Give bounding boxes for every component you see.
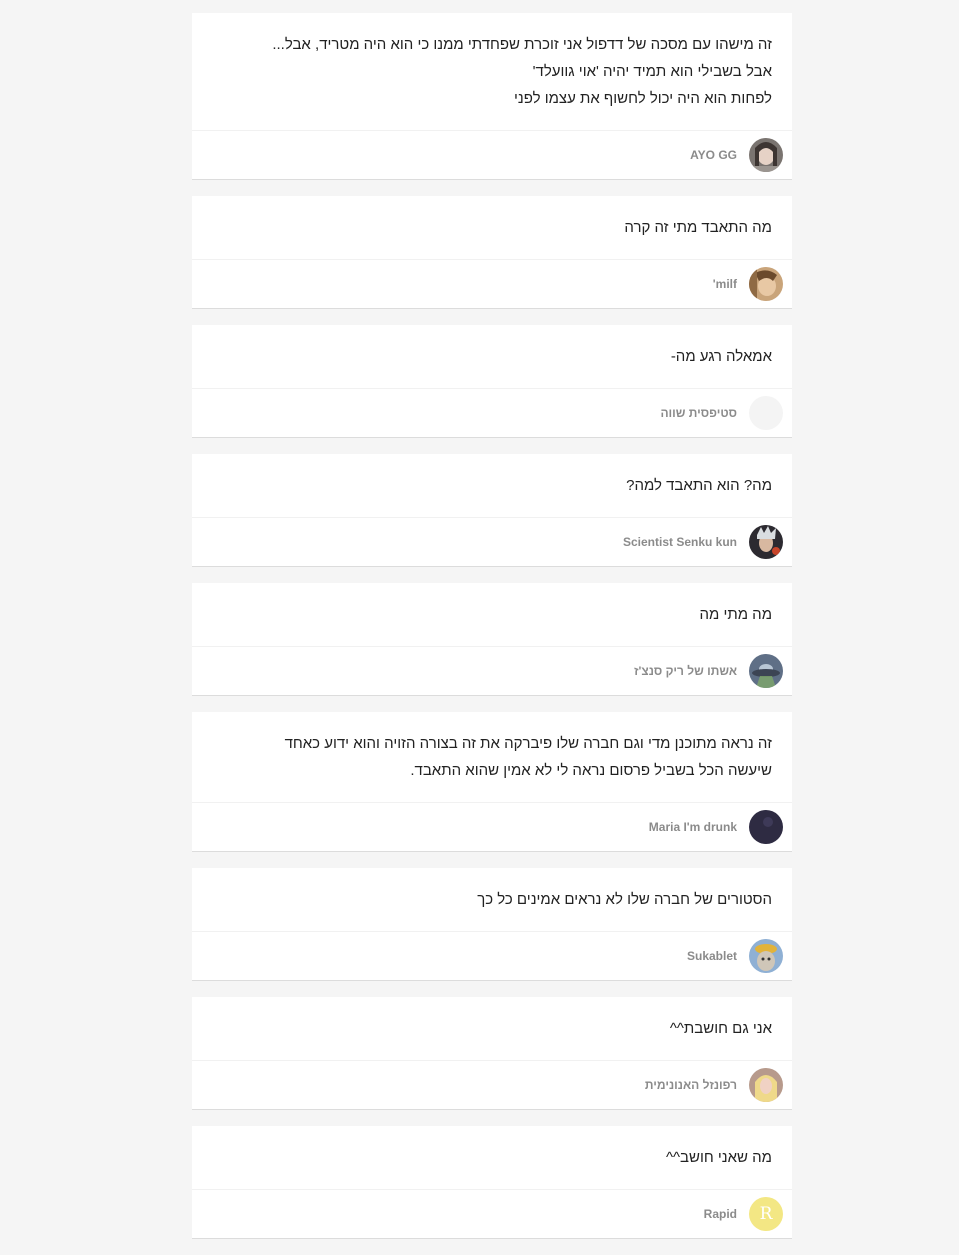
comment-line: אבל בשבילי הוא תמיד יהיה 'אוי גוועלד'	[532, 63, 772, 80]
comment-footer: Sukablet	[192, 931, 792, 980]
comment-line: אמאלה רגע מה-	[670, 348, 772, 365]
comment-line: מה? הוא התאבד למה?	[626, 477, 772, 494]
comment-line: מה התאבד מתי זה קרה	[624, 219, 772, 236]
avatar-initial: R	[759, 1204, 773, 1224]
avatar[interactable]	[749, 810, 783, 844]
avatar-photo-icon	[749, 267, 783, 301]
comment-footer: AYO GG	[192, 130, 792, 179]
avatar[interactable]	[749, 525, 783, 559]
avatar-photo-icon	[749, 939, 783, 973]
comment-line: מה מתי מה	[699, 606, 772, 623]
author-name[interactable]: Rapid	[704, 1207, 737, 1221]
comment-line: אני גם חושבת^^	[669, 1020, 772, 1037]
author-name[interactable]: milf'	[713, 277, 737, 291]
comment-line: זה מישהו עם מסכה של דדפול אני זוכרת שפחד…	[272, 36, 772, 53]
comment-text: זה מישהו עם מסכה של דדפול אני זוכרת שפחד…	[192, 13, 792, 130]
comment-text: מה? הוא התאבד למה?	[192, 454, 792, 517]
comment-footer: אשתו של ריק סנצ'ז	[192, 646, 792, 695]
author-name[interactable]: רפונזל האנונימית	[645, 1078, 737, 1092]
comment-card: זה מישהו עם מסכה של דדפול אני זוכרת שפחד…	[192, 13, 792, 180]
comment-line: הסטורים של חברה שלו לא נראים אמינים כל כ…	[477, 891, 772, 908]
author-name[interactable]: AYO GG	[690, 148, 737, 162]
avatar[interactable]	[749, 1068, 783, 1102]
avatar-ufo-icon	[749, 654, 783, 688]
avatar-photo-icon	[749, 138, 783, 172]
comment-card: הסטורים של חברה שלו לא נראים אמינים כל כ…	[192, 868, 792, 981]
comment-text: זה נראה מתוכנן מדי וגם חברה שלו פיברקה א…	[192, 712, 792, 802]
avatar[interactable]	[749, 267, 783, 301]
author-name[interactable]: Sukablet	[687, 949, 737, 963]
author-name[interactable]: סטיפסית שווה	[660, 406, 737, 420]
avatar[interactable]	[749, 138, 783, 172]
avatar[interactable]	[749, 654, 783, 688]
comment-card: מה התאבד מתי זה קרה milf'	[192, 196, 792, 309]
comment-footer: milf'	[192, 259, 792, 308]
comments-feed: זה מישהו עם מסכה של דדפול אני זוכרת שפחד…	[192, 13, 792, 1255]
comment-line: לפחות הוא היה יכול לחשוף את עצמו לפני	[514, 90, 772, 107]
avatar-photo-icon	[749, 525, 783, 559]
comment-footer: Maria I'm drunk	[192, 802, 792, 851]
avatar[interactable]: R	[749, 1197, 783, 1231]
author-name[interactable]: Scientist Senku kun	[623, 535, 737, 549]
comment-footer: רפונזל האנונימית	[192, 1060, 792, 1109]
comment-card: מה? הוא התאבד למה? Scientist Senku kun	[192, 454, 792, 567]
comment-line: מה שאני חושב^^	[665, 1149, 772, 1166]
author-name[interactable]: Maria I'm drunk	[649, 820, 737, 834]
comment-card: זה נראה מתוכנן מדי וגם חברה שלו פיברקה א…	[192, 712, 792, 852]
comment-text: אני גם חושבת^^	[192, 997, 792, 1060]
comment-line: זה נראה מתוכנן מדי וגם חברה שלו פיברקה א…	[284, 735, 772, 752]
comment-text: אמאלה רגע מה-	[192, 325, 792, 388]
comment-text: מה מתי מה	[192, 583, 792, 646]
avatar-photo-icon	[749, 1068, 783, 1102]
comment-footer: R Rapid	[192, 1189, 792, 1238]
comment-card: מה שאני חושב^^ R Rapid	[192, 1126, 792, 1239]
avatar[interactable]	[749, 939, 783, 973]
comment-text: מה שאני חושב^^	[192, 1126, 792, 1189]
author-name[interactable]: אשתו של ריק סנצ'ז	[634, 664, 737, 678]
comment-card: אני גם חושבת^^ רפונזל האנונימית	[192, 997, 792, 1110]
comment-text: הסטורים של חברה שלו לא נראים אמינים כל כ…	[192, 868, 792, 931]
comment-card: אמאלה רגע מה- סטיפסית שווה	[192, 325, 792, 438]
comment-footer: Scientist Senku kun	[192, 517, 792, 566]
comment-line: שיעשה הכל בשביל פרסום נראה לי לא אמין שה…	[410, 762, 772, 779]
comment-card: מה מתי מה אשתו של ריק סנצ'ז	[192, 583, 792, 696]
avatar[interactable]	[749, 396, 783, 430]
avatar-photo-icon	[749, 810, 783, 844]
comment-text: מה התאבד מתי זה קרה	[192, 196, 792, 259]
comment-footer: סטיפסית שווה	[192, 388, 792, 437]
